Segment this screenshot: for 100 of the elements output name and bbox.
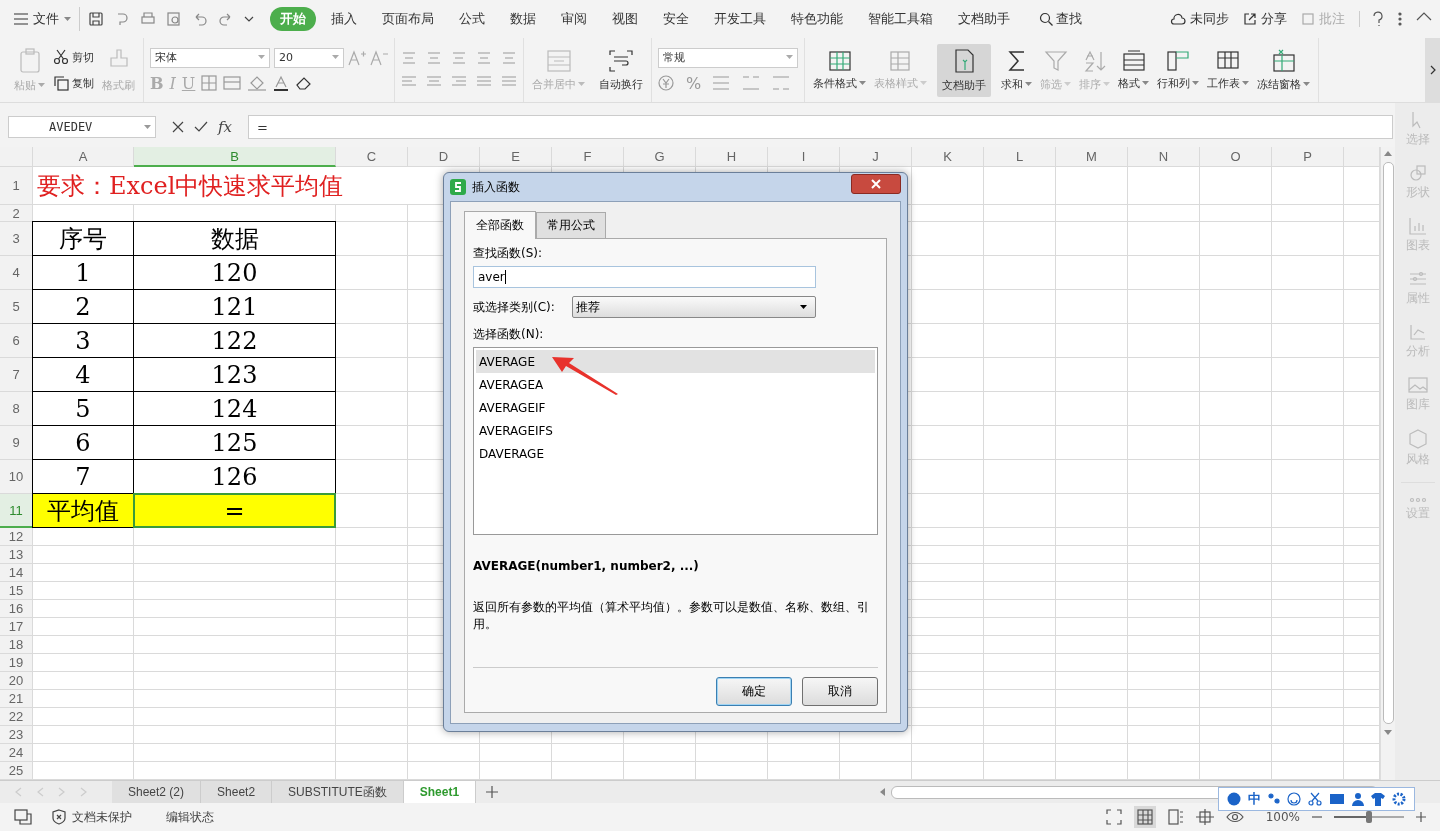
sum-button[interactable]: 求和	[999, 44, 1034, 96]
menu-tab[interactable]: 公式	[449, 7, 495, 31]
function-item[interactable]: AVERAGEA	[476, 373, 875, 396]
row-header[interactable]: 21	[0, 690, 33, 708]
row-header[interactable]: 18	[0, 636, 33, 654]
row-header[interactable]: 11	[0, 494, 33, 528]
row-header[interactable]: 24	[0, 744, 33, 762]
row-header[interactable]: 2	[0, 205, 33, 222]
row-header[interactable]: 17	[0, 618, 33, 636]
row-header[interactable]: 16	[0, 600, 33, 618]
name-box[interactable]: AVEDEV	[8, 116, 156, 138]
column-header[interactable]: N	[1128, 147, 1200, 167]
row-header[interactable]: 10	[0, 460, 33, 494]
menu-tab[interactable]: 安全	[653, 7, 699, 31]
field-label: 选择函数(N):	[473, 326, 545, 343]
dialog-tab[interactable]: 全部函数	[464, 211, 536, 239]
zoom-level[interactable]: 100%	[1265, 810, 1300, 824]
column-header[interactable]: A	[33, 147, 134, 167]
column-header[interactable]: I	[768, 147, 840, 167]
field-label: 或选择类别(C):	[473, 298, 556, 316]
copy-button[interactable]: 复制	[51, 73, 96, 93]
column-header[interactable]: O	[1200, 147, 1272, 167]
search-button[interactable]: 查找	[1033, 9, 1088, 29]
title-cell: 要求：Excel中快速求平均值	[33, 167, 408, 205]
menu-tab[interactable]: 特色功能	[781, 7, 853, 31]
row-header[interactable]: 8	[0, 392, 33, 426]
column-header[interactable]: G	[624, 147, 696, 167]
menu-tab[interactable]: 智能工具箱	[858, 7, 943, 31]
row-header[interactable]: 22	[0, 708, 33, 726]
function-signature: AVERAGE(number1, number2, ...)	[473, 559, 700, 573]
menu-tab[interactable]: 审阅	[551, 7, 597, 31]
column-header[interactable]: P	[1272, 147, 1344, 167]
column-header[interactable]: C	[336, 147, 408, 167]
dialog-tab[interactable]: 常用公式	[536, 212, 606, 238]
doc-assistant-button[interactable]: 文档助手	[937, 43, 991, 97]
column-header[interactable]: F	[552, 147, 624, 167]
column-header[interactable]: K	[912, 147, 984, 167]
menu-tab[interactable]: 数据	[500, 7, 546, 31]
sheet-tab[interactable]: Sheet1	[403, 781, 477, 803]
row-header[interactable]: 15	[0, 582, 33, 600]
dialog-title: 插入函数	[472, 178, 520, 196]
column-header[interactable]: H	[696, 147, 768, 167]
row-header[interactable]: 9	[0, 426, 33, 460]
category-dropdown[interactable]: 推荐	[572, 296, 816, 318]
sheet-tab[interactable]: Sheet2	[201, 781, 273, 803]
sheet-tab[interactable]: SUBSTITUTE函数	[272, 781, 404, 803]
freeze-panes-button[interactable]: 冻结窗格	[1255, 44, 1312, 96]
column-header[interactable]: B	[134, 147, 336, 167]
table-cell: 序号	[32, 221, 134, 256]
menu-tab[interactable]: 视图	[602, 7, 648, 31]
conditional-format-button[interactable]: 条件格式	[811, 45, 868, 95]
column-header[interactable]: M	[1056, 147, 1128, 167]
row-header[interactable]: 12	[0, 528, 33, 546]
file-menu[interactable]: 文件	[8, 7, 80, 31]
row-header[interactable]: 4	[0, 256, 33, 290]
function-item[interactable]: AVERAGEIF	[476, 396, 875, 419]
sheet-tab[interactable]: Sheet2 (2)	[112, 781, 202, 803]
row-header[interactable]: 1	[0, 167, 33, 205]
row-header[interactable]: 5	[0, 290, 33, 324]
row-header[interactable]: 23	[0, 726, 33, 744]
input-language[interactable]: 中	[1248, 790, 1261, 808]
formula-field[interactable]: =	[248, 115, 1393, 139]
menu-tab[interactable]: 文档助手	[948, 7, 1020, 31]
function-item[interactable]: AVERAGEIFS	[476, 419, 875, 442]
font-size-field[interactable]: 20	[274, 47, 344, 68]
row-header[interactable]: 19	[0, 654, 33, 672]
menu-tab[interactable]: 开始	[270, 7, 316, 31]
ok-button[interactable]: 确定	[716, 677, 792, 706]
column-header[interactable]: D	[408, 147, 480, 167]
wrap-text-button[interactable]: 自动换行	[597, 44, 645, 96]
menu-tab[interactable]: 插入	[321, 7, 367, 31]
row-header[interactable]: 7	[0, 358, 33, 392]
search-field[interactable]: aver	[473, 266, 816, 288]
function-item[interactable]: AVERAGE	[476, 350, 875, 373]
cut-button[interactable]: 剪切	[51, 47, 96, 67]
worksheet-button[interactable]: 工作表	[1205, 45, 1251, 95]
row-header[interactable]: 25	[0, 762, 33, 780]
format-button[interactable]: 格式	[1116, 45, 1151, 95]
column-header[interactable]: L	[984, 147, 1056, 167]
table-cell: 数据	[133, 221, 336, 256]
rows-columns-button[interactable]: 行和列	[1155, 45, 1201, 95]
font-name-field[interactable]: 宋体	[150, 47, 270, 68]
function-item[interactable]: DAVERAGE	[476, 442, 875, 465]
row-header[interactable]: 13	[0, 546, 33, 564]
protection-status: 文档未保护	[72, 808, 132, 826]
function-description: 返回所有参数的平均值（算术平均值）。参数可以是数值、名称、数组、引用。	[473, 599, 870, 633]
column-header[interactable]: E	[480, 147, 552, 167]
menu-tab[interactable]: 开发工具	[704, 7, 776, 31]
number-format-field[interactable]: 常规	[658, 47, 798, 68]
field-label: 查找函数(S):	[473, 245, 544, 262]
share-button[interactable]: 分享	[1243, 10, 1287, 28]
sync-button[interactable]: 未同步	[1170, 10, 1229, 28]
row-header[interactable]: 20	[0, 672, 33, 690]
insert-function-button[interactable]: fx	[218, 118, 232, 136]
row-header[interactable]: 3	[0, 222, 33, 256]
cancel-button[interactable]: 取消	[802, 677, 878, 706]
column-header[interactable]: J	[840, 147, 912, 167]
row-header[interactable]: 14	[0, 564, 33, 582]
row-header[interactable]: 6	[0, 324, 33, 358]
menu-tab[interactable]: 页面布局	[372, 7, 444, 31]
